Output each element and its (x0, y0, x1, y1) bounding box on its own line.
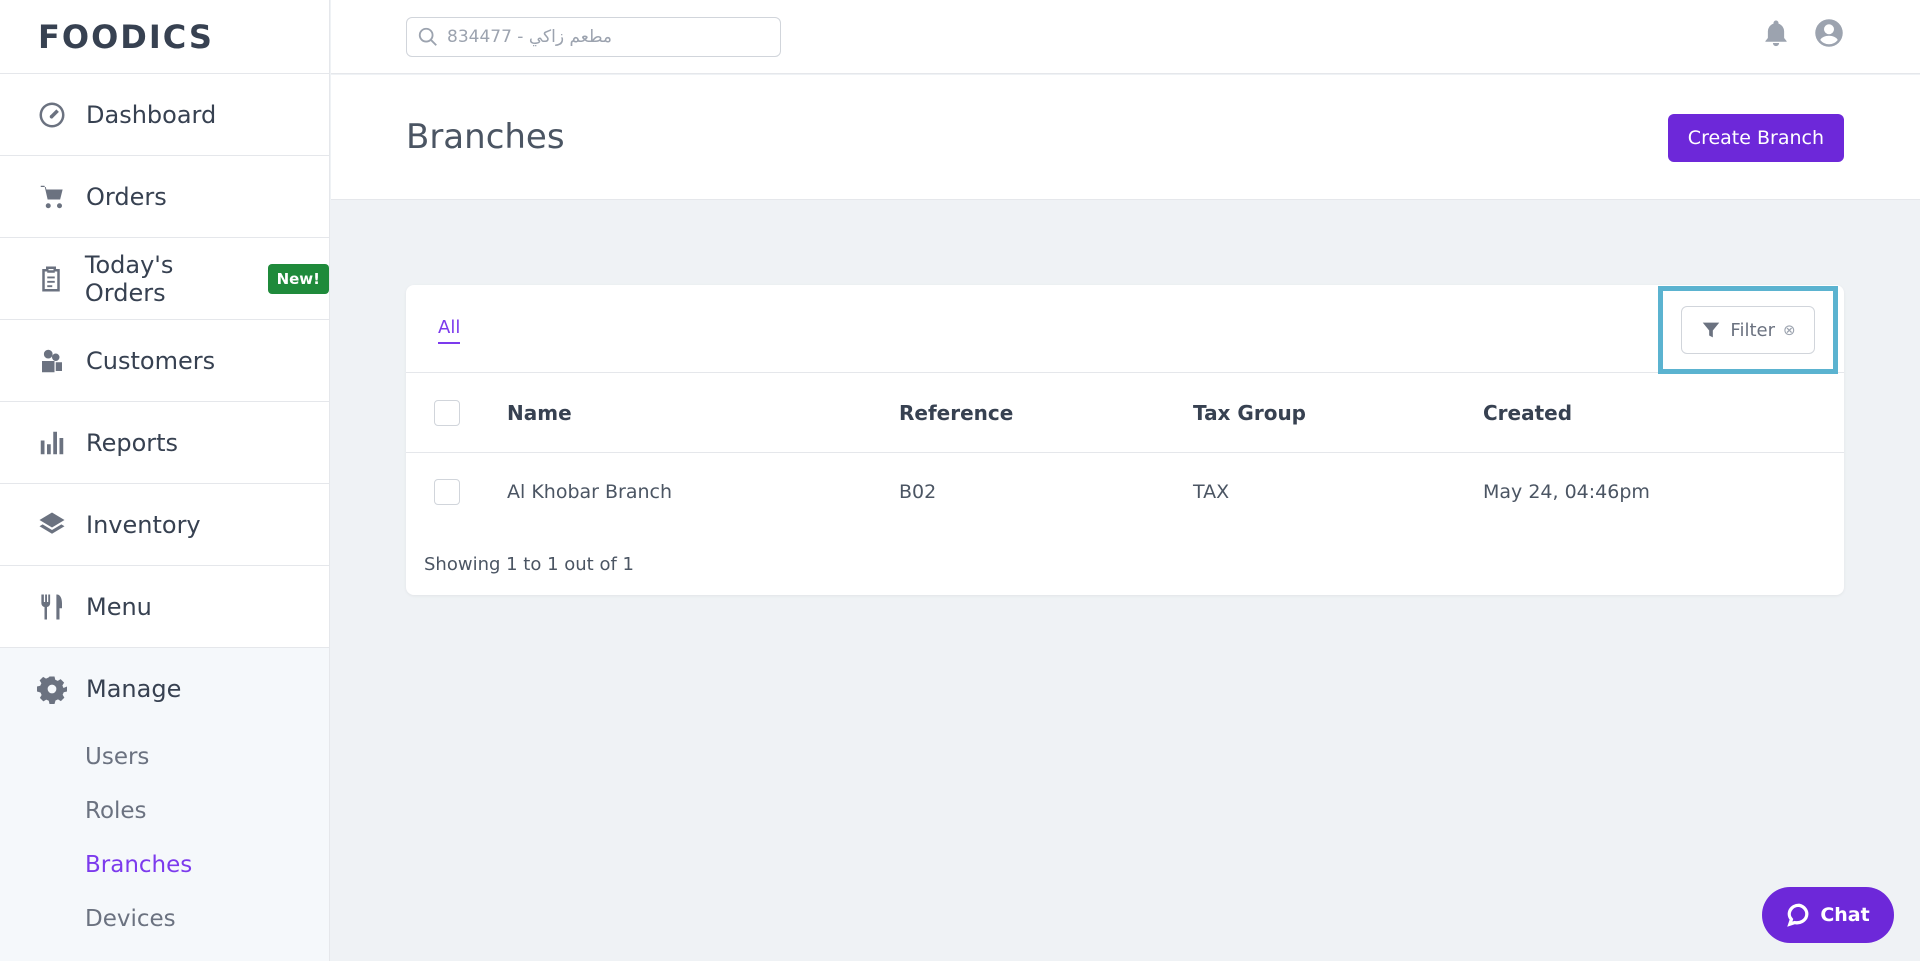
sidebar-item-label: Inventory (86, 510, 201, 539)
sidebar-manage-section: Manage Users Roles Branches Devices Disc… (0, 648, 329, 961)
bar-chart-icon (36, 427, 68, 459)
sidebar-subitem-devices[interactable]: Devices (0, 892, 329, 946)
bell-icon[interactable] (1760, 17, 1792, 49)
search-box[interactable] (406, 17, 781, 57)
tab-all[interactable]: All (438, 317, 461, 344)
sidebar-subitem-discounts[interactable]: Discounts (0, 946, 329, 961)
sidebar-item-label: Orders (86, 182, 167, 211)
clipboard-icon (36, 263, 67, 295)
table-row[interactable]: Al Khobar Branch B02 TAX May 24, 04:46pm (406, 453, 1844, 533)
logo[interactable]: FOODICS (0, 0, 329, 74)
funnel-icon (1703, 322, 1720, 338)
page-title: Branches (406, 117, 565, 157)
sidebar-item-label: Menu (86, 592, 152, 621)
column-header-reference[interactable]: Reference (899, 401, 1013, 425)
sidebar-item-label: Customers (86, 346, 216, 375)
table-toolbar: All Filter ⊗ (406, 285, 1844, 374)
sidebar-subitem-users[interactable]: Users (0, 730, 329, 784)
search-icon (418, 27, 437, 46)
sidebar-item-customers[interactable]: Customers (0, 320, 329, 402)
filter-button[interactable]: Filter ⊗ (1681, 306, 1815, 354)
clear-filter-icon[interactable]: ⊗ (1783, 321, 1796, 339)
cart-icon (36, 181, 68, 213)
row-checkbox[interactable] (434, 479, 460, 505)
chat-button[interactable]: Chat (1762, 887, 1894, 943)
sidebar-item-label: Today's Orders (84, 250, 174, 307)
cell-reference: B02 (899, 481, 937, 503)
cell-created: May 24, 04:46pm (1483, 481, 1650, 503)
new-badge: New! (267, 263, 329, 294)
filter-highlight-box: Filter ⊗ (1658, 286, 1838, 374)
sidebar-item-label: Manage (86, 675, 182, 703)
sidebar: FOODICS Dashboard Orders Today's Orders … (0, 0, 330, 961)
chat-label: Chat (1820, 904, 1870, 926)
filter-label: Filter (1730, 319, 1775, 341)
utensils-icon (36, 591, 68, 623)
layers-icon (36, 509, 68, 541)
sidebar-item-inventory[interactable]: Inventory (0, 484, 329, 566)
user-avatar-icon[interactable] (1813, 17, 1845, 49)
gear-icon (36, 673, 68, 705)
column-header-name[interactable]: Name (507, 401, 572, 425)
sidebar-item-manage[interactable]: Manage (0, 648, 329, 730)
search-input[interactable] (447, 27, 767, 47)
topbar (331, 0, 1920, 74)
chat-bubble-icon (1787, 903, 1809, 927)
customers-icon (36, 345, 68, 377)
sidebar-item-orders[interactable]: Orders (0, 156, 329, 238)
select-all-checkbox[interactable] (434, 400, 460, 426)
dashboard-icon (36, 99, 68, 131)
pagination-summary: Showing 1 to 1 out of 1 (424, 554, 634, 575)
logo-text: FOODICS (38, 17, 214, 56)
sidebar-item-dashboard[interactable]: Dashboard (0, 74, 329, 156)
sidebar-subitem-roles[interactable]: Roles (0, 784, 329, 838)
table-header-row: Name Reference Tax Group Created (406, 373, 1844, 453)
create-branch-button[interactable]: Create Branch (1667, 114, 1844, 162)
page-header: Branches Create Branch (331, 75, 1920, 200)
sidebar-item-label: Reports (86, 428, 179, 457)
sidebar-item-menu[interactable]: Menu (0, 566, 329, 648)
cell-name: Al Khobar Branch (507, 481, 673, 503)
sidebar-item-todays-orders[interactable]: Today's Orders New! (0, 238, 329, 320)
column-header-created[interactable]: Created (1483, 401, 1572, 425)
sidebar-item-label: Dashboard (86, 100, 217, 129)
cell-tax-group: TAX (1193, 481, 1230, 503)
column-header-tax-group[interactable]: Tax Group (1193, 401, 1306, 425)
sidebar-item-reports[interactable]: Reports (0, 402, 329, 484)
sidebar-subitem-branches[interactable]: Branches (0, 838, 329, 892)
branches-table-card: All Filter ⊗ Name Reference Tax Group Cr… (406, 285, 1844, 595)
